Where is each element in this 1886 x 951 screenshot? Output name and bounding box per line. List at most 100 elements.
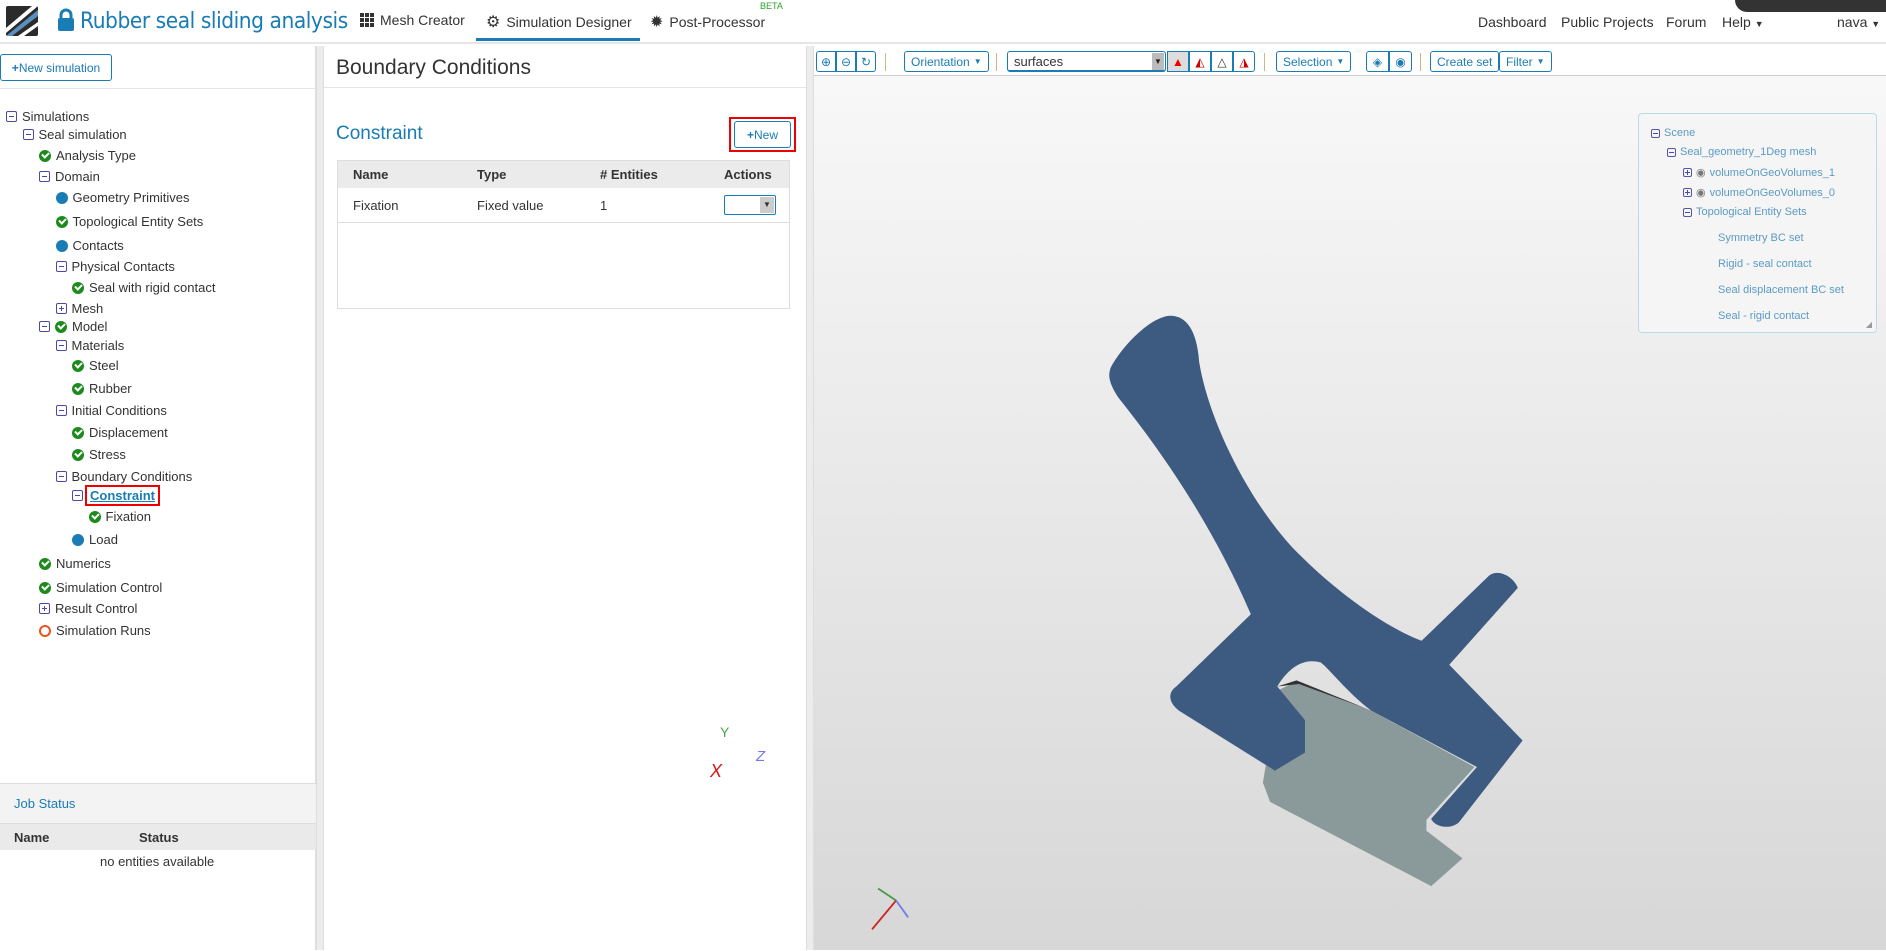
zoom-in-button[interactable]: ⊕ <box>816 51 836 72</box>
tree-item[interactable]: Geometry Primitives <box>55 190 190 205</box>
divider <box>0 88 316 89</box>
tree-item[interactable]: Domain <box>39 169 100 184</box>
toolbar-separator <box>885 53 886 71</box>
tree-item-label: Boundary Conditions <box>71 469 193 484</box>
eye-icon[interactable]: ◉ <box>1696 186 1706 199</box>
tree-item[interactable]: Steel <box>72 358 119 373</box>
collapse-icon[interactable] <box>1683 207 1692 217</box>
project-title: Rubber seal sliding analysis <box>80 9 348 34</box>
beta-badge: BETA <box>760 1 783 11</box>
render-surfaces-button[interactable]: ▲ <box>1167 51 1189 72</box>
hide-button[interactable]: ◈ <box>1366 51 1389 72</box>
wireframe-icon: △ <box>1217 54 1227 69</box>
scene-sets[interactable]: Topological Entity Sets <box>1683 206 1807 218</box>
tree-item[interactable]: Topological Entity Sets <box>55 214 203 229</box>
plus-icon: + <box>746 127 754 142</box>
expand-icon[interactable] <box>1683 188 1692 197</box>
scene-volume[interactable]: ◉ volumeOnGeoVolumes_0 <box>1683 186 1835 199</box>
tree-item[interactable]: Displacement <box>72 425 168 440</box>
user-menu[interactable]: nava ▼ <box>1837 14 1880 30</box>
render-wireframe-button[interactable]: △ <box>1211 51 1233 72</box>
render-points-button[interactable]: ◮ <box>1233 51 1255 72</box>
collapse-icon[interactable] <box>39 171 50 182</box>
column-name: Name <box>14 830 50 845</box>
reset-view-button[interactable]: ↻ <box>856 51 876 72</box>
expand-icon[interactable] <box>1683 168 1692 177</box>
tree-item[interactable]: Constraint <box>72 485 160 506</box>
selection-dropdown[interactable]: Selection ▼ <box>1276 51 1352 72</box>
column-actions: Actions <box>724 167 772 182</box>
render-mode-select[interactable]: surfaces ▼ <box>1007 51 1166 72</box>
eye-icon[interactable]: ◉ <box>1696 166 1706 179</box>
expand-icon[interactable] <box>39 603 50 614</box>
tree-item[interactable]: Rubber <box>72 381 132 396</box>
scene-set-item[interactable]: Seal - rigid contact <box>1718 310 1809 322</box>
rigid-part <box>1262 681 1475 887</box>
tree-item[interactable]: Physical Contacts <box>55 259 175 274</box>
tree-item[interactable]: Stress <box>72 447 126 462</box>
tree-item[interactable]: Materials <box>55 338 124 353</box>
collapse-icon[interactable] <box>72 490 83 501</box>
show-button[interactable]: ◉ <box>1389 51 1412 72</box>
right-splitter[interactable] <box>806 46 814 950</box>
chevron-down-icon: ▼ <box>760 197 774 213</box>
create-set-button[interactable]: Create set <box>1430 51 1500 72</box>
scene-volume[interactable]: ◉ volumeOnGeoVolumes_1 <box>1683 166 1835 179</box>
tree-item[interactable]: Analysis Type <box>39 148 136 163</box>
resize-handle[interactable]: ◢ <box>1866 320 1872 329</box>
tree-item[interactable]: Simulation Runs <box>39 623 151 638</box>
collapse-icon[interactable] <box>22 129 34 140</box>
section-title: Constraint <box>336 123 423 144</box>
left-splitter[interactable] <box>316 46 324 950</box>
help-menu[interactable]: Help ▼ <box>1722 14 1764 30</box>
tab-simulation-designer[interactable]: ⚙ Simulation Designer <box>476 12 640 41</box>
collapse-icon[interactable] <box>1651 128 1660 138</box>
tree-item[interactable]: Simulations <box>6 109 89 124</box>
tree-item[interactable]: Simulation Control <box>39 580 162 595</box>
new-constraint-button[interactable]: + New <box>734 121 791 148</box>
tree-item[interactable]: Seal simulation <box>22 127 127 142</box>
scene-mesh[interactable]: Seal_geometry_1Deg mesh <box>1667 146 1816 158</box>
collapse-icon[interactable] <box>1667 147 1676 157</box>
table-row[interactable]: Fixation Fixed value 1 ▼ <box>338 188 789 223</box>
empty-circle-icon <box>39 624 51 637</box>
tree-item-label: Simulations <box>22 109 90 124</box>
tree-item[interactable]: Boundary Conditions <box>55 469 193 484</box>
collapse-icon[interactable] <box>55 471 67 482</box>
tree-item[interactable]: Contacts <box>55 238 124 253</box>
link-dashboard[interactable]: Dashboard <box>1478 14 1547 30</box>
actions-dropdown[interactable]: ▼ <box>724 195 776 215</box>
axis-triad <box>871 887 909 930</box>
render-surfaces-edges-button[interactable]: ◭ <box>1189 51 1211 72</box>
app-logo[interactable] <box>6 6 38 36</box>
link-forum[interactable]: Forum <box>1666 14 1706 30</box>
collapse-icon[interactable] <box>39 321 50 332</box>
link-public-projects[interactable]: Public Projects <box>1561 14 1654 30</box>
3d-canvas[interactable]: Y X Z Scene Seal_geometry_1Deg mesh ◉ vol… <box>710 75 1886 950</box>
tab-mesh-creator[interactable]: Mesh Creator <box>360 12 465 28</box>
collapse-icon[interactable] <box>55 405 67 416</box>
scene-set-item[interactable]: Rigid - seal contact <box>1718 258 1812 270</box>
axis-label-z: Z <box>756 748 766 765</box>
tree-item[interactable]: Numerics <box>39 556 111 571</box>
tree-item[interactable]: Initial Conditions <box>55 403 167 418</box>
zoom-out-button[interactable]: ⊖ <box>836 51 856 72</box>
expand-icon[interactable] <box>55 303 67 314</box>
tree-item[interactable]: Seal with rigid contact <box>72 280 215 295</box>
collapse-icon[interactable] <box>55 261 67 272</box>
filter-dropdown[interactable]: Filter ▼ <box>1499 51 1552 72</box>
scene-set-item[interactable]: Symmetry BC set <box>1718 232 1804 244</box>
tree-item[interactable]: Mesh <box>55 301 103 316</box>
tree-item[interactable]: Result Control <box>39 601 137 616</box>
scene-set-item[interactable]: Seal displacement BC set <box>1718 284 1844 296</box>
scene-root[interactable]: Scene <box>1651 127 1695 139</box>
new-simulation-button[interactable]: + New simulation <box>0 54 112 81</box>
button-label: New <box>754 127 779 142</box>
tree-item[interactable]: Fixation <box>88 509 151 524</box>
tree-item[interactable]: Model <box>39 319 107 334</box>
collapse-icon[interactable] <box>6 111 17 122</box>
tab-post-processor[interactable]: ✹ Post-Processor <box>650 12 765 32</box>
tree-item[interactable]: Load <box>72 532 118 547</box>
collapse-icon[interactable] <box>55 340 67 351</box>
orientation-dropdown[interactable]: Orientation ▼ <box>904 51 989 72</box>
